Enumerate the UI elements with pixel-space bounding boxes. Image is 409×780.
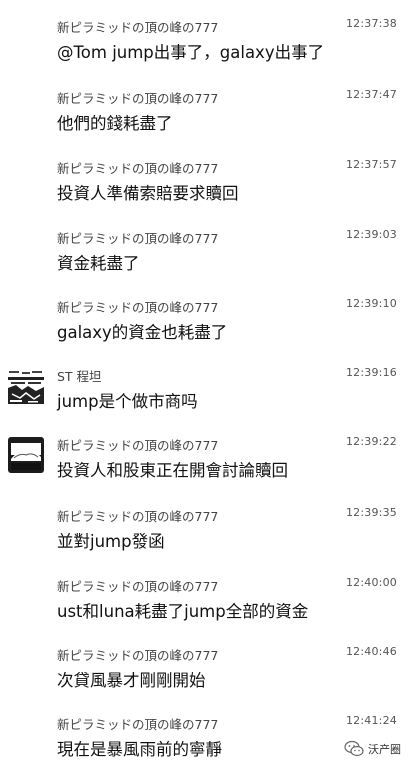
message-text: @Tom jump出事了，galaxy出事了 <box>57 43 325 62</box>
message-time: 12:39:10 <box>345 297 397 310</box>
message-time: 12:37:47 <box>345 88 397 101</box>
message-text: galaxy的資金也耗盡了 <box>57 323 228 342</box>
message-time: 12:37:38 <box>345 17 397 30</box>
message-item[interactable]: 新ピラミッドの頂の峰の777 12:37:47 他們的錢耗盡了 <box>0 88 409 154</box>
message-item[interactable]: 新ピラミッドの頂の峰の777 12:39:03 資金耗盡了 <box>0 228 409 294</box>
message-time: 12:41:24 <box>345 714 397 727</box>
message-sender: 新ピラミッドの頂の峰の777 <box>57 300 219 315</box>
message-sender: 新ピラミッドの頂の峰の777 <box>57 579 219 594</box>
message-text: jump是个做市商吗 <box>57 392 198 411</box>
message-text: 次貸風暴才剛剛開始 <box>57 671 206 690</box>
message-time: 12:39:03 <box>345 228 397 241</box>
message-text: ust和luna耗盡了jump全部的資金 <box>57 602 309 621</box>
message-item[interactable]: 新ピラミッドの頂の峰の777 12:37:38 @Tom jump出事了，gal… <box>0 17 409 83</box>
message-text: 並對jump發函 <box>57 532 165 551</box>
message-item[interactable]: ST 程坦 12:39:16 jump是个做市商吗 <box>0 366 409 432</box>
message-sender: 新ピラミッドの頂の峰の777 <box>57 231 219 246</box>
message-sender: 新ピラミッドの頂の峰の777 <box>57 648 219 663</box>
message-time: 12:39:35 <box>345 506 397 519</box>
message-sender: 新ピラミッドの頂の峰の777 <box>57 438 219 453</box>
message-time: 12:39:22 <box>345 435 397 448</box>
watermark-text: 沃产圈 <box>368 743 401 756</box>
message-item[interactable]: 新ピラミッドの頂の峰の777 12:40:46 次貸風暴才剛剛開始 <box>0 645 409 711</box>
message-time: 12:40:46 <box>345 645 397 658</box>
message-item[interactable]: 新ピラミッドの頂の峰の777 12:39:35 並對jump發函 <box>0 506 409 572</box>
message-text: 他們的錢耗盡了 <box>57 114 173 133</box>
message-sender: 新ピラミッドの頂の峰の777 <box>57 91 219 106</box>
watermark: 沃产圈 <box>344 738 401 760</box>
message-text: 資金耗盡了 <box>57 254 140 273</box>
message-item[interactable]: 新ピラミッドの頂の峰の777 12:40:00 ust和luna耗盡了jump全… <box>0 576 409 642</box>
message-item[interactable]: 新ピラミッドの頂の峰の777 12:37:57 投資人準備索賠要求贖回 <box>0 158 409 224</box>
chat-history: 新ピラミッドの頂の峰の777 12:37:38 @Tom jump出事了，gal… <box>0 0 409 770</box>
message-time: 12:39:16 <box>345 366 397 379</box>
message-time: 12:37:57 <box>345 158 397 171</box>
message-sender: 新ピラミッドの頂の峰の777 <box>57 717 219 732</box>
message-sender: 新ピラミッドの頂の峰の777 <box>57 509 219 524</box>
mountain-avatar-icon[interactable] <box>8 437 44 473</box>
wechat-logo-icon <box>344 740 364 757</box>
message-item[interactable]: 新ピラミッドの頂の峰の777 12:39:10 galaxy的資金也耗盡了 <box>0 297 409 363</box>
message-sender: ST 程坦 <box>57 369 102 384</box>
message-text: 投資人準備索賠要求贖回 <box>57 184 239 203</box>
message-text: 現在是暴風雨前的寧靜 <box>57 740 222 759</box>
st-avatar-icon[interactable] <box>8 368 44 404</box>
message-sender: 新ピラミッドの頂の峰の777 <box>57 20 219 35</box>
message-sender: 新ピラミッドの頂の峰の777 <box>57 161 219 176</box>
message-item[interactable]: 新ピラミッドの頂の峰の777 12:39:22 投資人和股東正在開會討論贖回 <box>0 435 409 501</box>
message-time: 12:40:00 <box>345 576 397 589</box>
message-text: 投資人和股東正在開會討論贖回 <box>57 461 288 480</box>
